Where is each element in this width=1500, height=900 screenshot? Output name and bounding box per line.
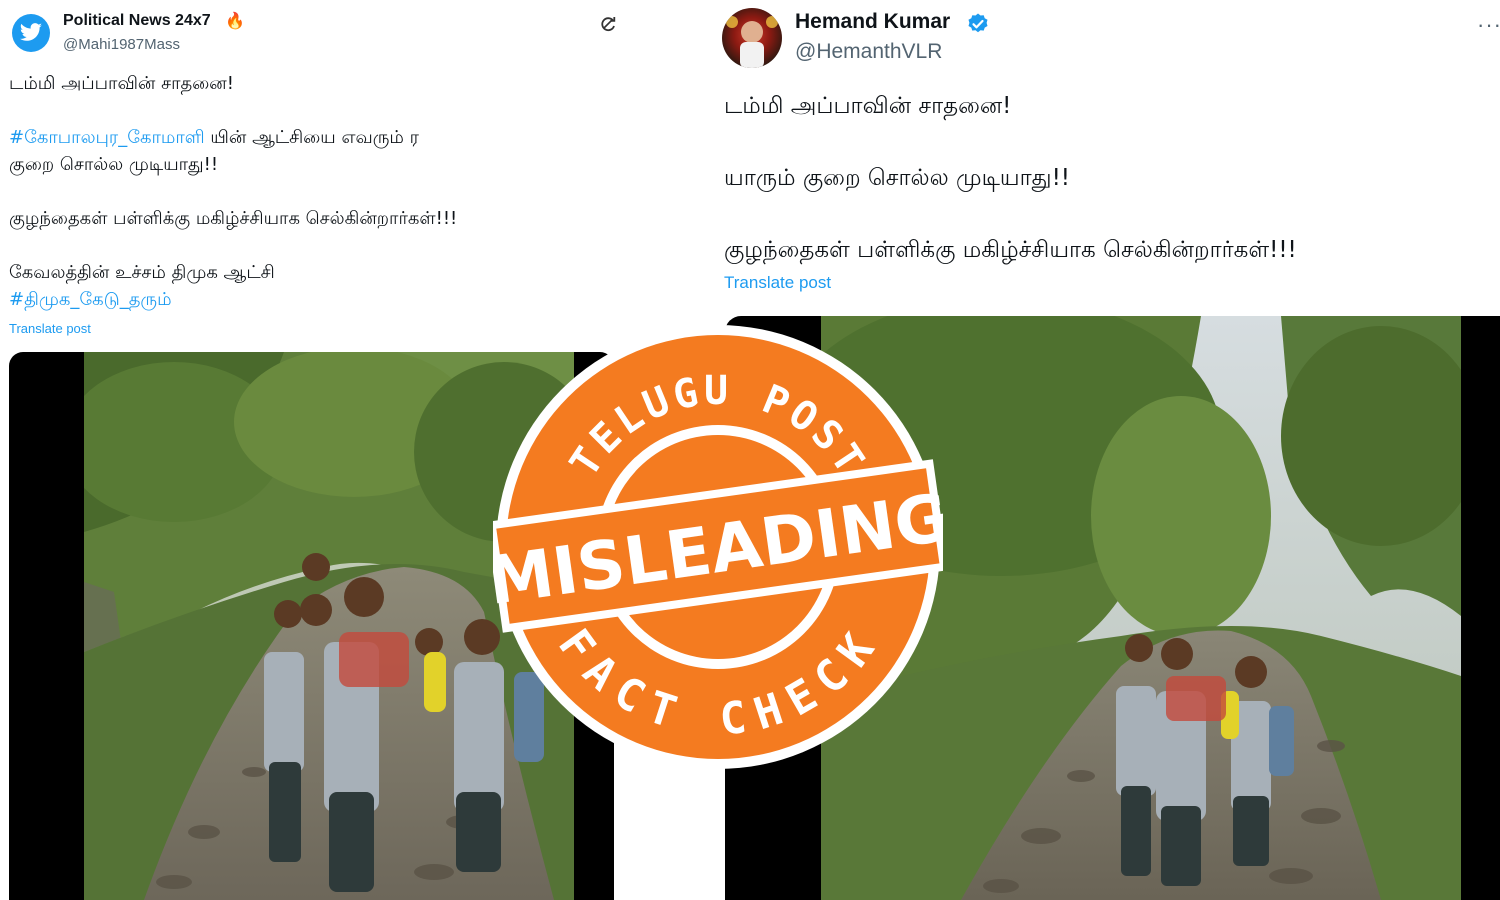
tweet-line: குழந்தைகள் பள்ளிக்கு மகிழ்ச்சியாக செல்கி… (724, 237, 1297, 263)
fact-check-stamp: TELUGU POST FACT CHECK MISLEADING (493, 325, 943, 769)
hashtag-link[interactable]: #கோபாலபுர_கோமாளி (9, 127, 205, 148)
fire-emoji: 🔥 (225, 13, 245, 30)
profile-avatar[interactable] (722, 8, 782, 68)
repost-icon[interactable] (598, 14, 618, 34)
tweet-line-text: யின் ஆட்சியை எவரும் ர (204, 127, 419, 148)
author-display-name[interactable]: Hemand Kumar (795, 10, 950, 34)
author-handle[interactable]: @Mahi1987Mass (63, 36, 180, 53)
more-options-icon[interactable]: ··· (1477, 12, 1500, 38)
tweet-text: டம்மி அப்பாவின் சாதனை! #கோபாலபுர_கோமாளி … (9, 70, 609, 313)
translate-post-link[interactable]: Translate post (9, 321, 91, 336)
tweet-line: குறை சொல்ல முடியாது!! (9, 154, 219, 175)
tweet-text: டம்மி அப்பாவின் சாதனை! யாரும் குறை சொல்ல… (724, 88, 1500, 268)
author-handle[interactable]: @HemanthVLR (795, 40, 942, 64)
tweet-line: டம்மி அப்பாவின் சாதனை! (9, 73, 234, 94)
tweet-line: #கோபாலபுர_கோமாளி யின் ஆட்சியை எவரும் ர (9, 124, 609, 151)
verified-badge-icon (968, 13, 988, 33)
translate-post-link[interactable]: Translate post (724, 273, 831, 293)
avatar-image (726, 16, 778, 68)
tweet-line: குழந்தைகள் பள்ளிக்கு மகிழ்ச்சியாக செல்கி… (9, 208, 458, 229)
tweet-line: டம்மி அப்பாவின் சாதனை! (724, 93, 1012, 119)
tweet-line: யாரும் குறை சொல்ல முடியாது!! (724, 165, 1071, 191)
tweet-line: கேவலத்தின் உச்சம் திமுக ஆட்சி (9, 262, 275, 283)
author-display-name[interactable]: Political News 24x7 (63, 12, 211, 30)
twitter-bird-icon[interactable] (12, 14, 50, 52)
hashtag-link[interactable]: #திமுக_கேடு_தரும் (9, 286, 609, 313)
